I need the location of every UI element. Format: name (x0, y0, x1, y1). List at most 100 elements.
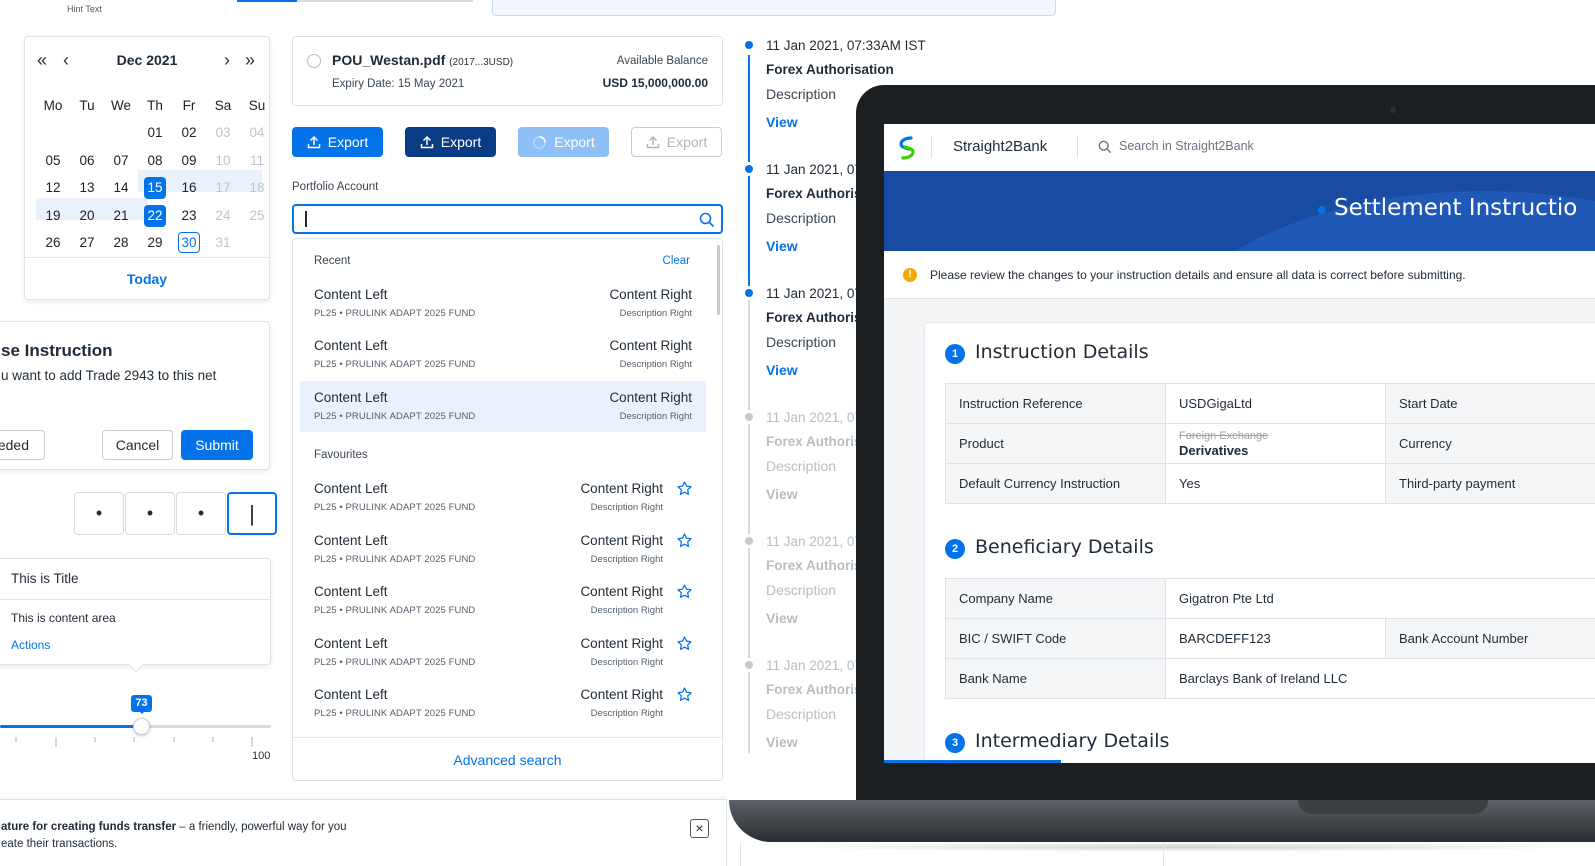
last-year-button[interactable]: » (245, 51, 255, 69)
day-cell[interactable]: 07 (104, 150, 138, 172)
favourite-item[interactable]: Content Left PL25 • PRULINK ADAPT 2025 F… (300, 524, 706, 575)
warning-icon: ! (903, 268, 917, 282)
item-right: Content Right (580, 584, 663, 599)
day-cell[interactable]: 08 (138, 150, 172, 172)
item-sub: PL25 • PRULINK ADAPT 2025 FUND (314, 657, 476, 668)
list-item[interactable]: Content Left PL25 • PRULINK ADAPT 2025 F… (300, 278, 706, 329)
field-value: Gigatron Pte Ltd (1165, 578, 1595, 619)
portfolio-search-input[interactable] (292, 204, 723, 234)
clear-link[interactable]: Clear (663, 255, 690, 267)
pin-digit-4-active[interactable]: | (227, 492, 277, 535)
timeline-date: 11 Jan 2021, 07 (766, 658, 862, 673)
banner-close-button[interactable]: × (690, 819, 709, 838)
favourite-item[interactable]: Content Left PL25 • PRULINK ADAPT 2025 F… (300, 627, 706, 678)
cancel-button[interactable]: Cancel (102, 430, 173, 460)
weekday: Mo (43, 97, 63, 113)
today-button[interactable]: Today (25, 271, 269, 287)
day-cell[interactable]: 12 (36, 177, 70, 199)
popover-actions-link[interactable]: Actions (11, 638, 50, 652)
day-cell-today[interactable]: 30 (172, 232, 206, 254)
day-cell[interactable]: 23 (172, 205, 206, 227)
favourite-item[interactable]: Content Left PL25 • PRULINK ADAPT 2025 F… (300, 575, 706, 626)
timeline-title: Forex Authoris (766, 186, 862, 201)
day-cell (70, 122, 104, 144)
file-meta: (2017...3USD) (449, 57, 514, 68)
list-item-highlighted[interactable]: Content Left PL25 • PRULINK ADAPT 2025 F… (300, 381, 706, 432)
day-cell[interactable]: 21 (104, 205, 138, 227)
day-cell[interactable]: 19 (36, 205, 70, 227)
star-icon[interactable] (676, 480, 693, 497)
weekday: Fr (182, 97, 196, 113)
brand-name: Straight2Bank (953, 138, 1048, 155)
day-cell[interactable]: 05 (36, 150, 70, 172)
month-label[interactable]: Dec 2021 (25, 52, 269, 68)
secondary-button-label: eded (0, 437, 29, 453)
day-cell[interactable]: 26 (36, 232, 70, 254)
dialog-secondary-button[interactable]: eded (0, 430, 45, 460)
field-label: Company Name (945, 578, 1166, 619)
account-card[interactable]: POU_Westan.pdf (2017...3USD) Expiry Date… (292, 36, 723, 106)
export-button-disabled[interactable]: Export (631, 127, 722, 157)
timeline-description: Description (766, 582, 837, 598)
day-cell[interactable]: 20 (70, 205, 104, 227)
export-button-loading[interactable]: Export (518, 127, 609, 157)
day-cell[interactable]: 16 (172, 177, 206, 199)
timeline-dot (745, 661, 753, 669)
notice-bar: ! Please review the changes to your inst… (884, 251, 1595, 299)
star-icon[interactable] (676, 686, 693, 703)
timeline-view-link[interactable]: View (766, 238, 798, 254)
star-icon[interactable] (676, 635, 693, 652)
favourite-item[interactable]: Content Left PL25 • PRULINK ADAPT 2025 F… (300, 678, 706, 729)
timeline-view-link[interactable]: View (766, 734, 798, 750)
section-number: 3 (945, 733, 965, 753)
item-sub: PL25 • PRULINK ADAPT 2025 FUND (314, 502, 476, 513)
pin-digit-2[interactable]: • (125, 492, 175, 535)
timeline-view-link[interactable]: View (766, 486, 798, 502)
export-button-pressed[interactable]: Export (405, 127, 496, 157)
banner-text: ature for creating funds transfer – a fr… (1, 821, 347, 833)
day-cell: 25 (249, 207, 265, 223)
timeline-line-active (748, 55, 750, 293)
field-label: Product (945, 423, 1166, 464)
beneficiary-table: Company Name Gigatron Pte Ltd BIC / SWIF… (945, 578, 1595, 699)
pin-digit-3[interactable]: • (176, 492, 226, 535)
day-cell-selected-start[interactable]: 15 (138, 177, 172, 200)
search-icon[interactable] (699, 212, 715, 228)
portfolio-dropdown: Recent Clear Content Left PL25 • PRULINK… (292, 238, 723, 781)
timeline-view-link[interactable]: View (766, 114, 798, 130)
list-item[interactable]: Content Left PL25 • PRULINK ADAPT 2025 F… (300, 329, 706, 380)
timeline-dot (745, 165, 753, 173)
day-cell: 17 (215, 180, 231, 196)
favourite-item[interactable]: Content Left PL25 • PRULINK ADAPT 2025 F… (300, 472, 706, 523)
timeline-view-link[interactable]: View (766, 610, 798, 626)
weekday: Tu (79, 97, 95, 113)
slider-thumb[interactable] (133, 718, 150, 735)
day-cell[interactable]: 13 (70, 177, 104, 199)
global-search-input[interactable]: Search in Straight2Bank (1119, 139, 1254, 153)
search-icon[interactable] (1098, 140, 1112, 154)
item-left: Content Left (314, 287, 388, 302)
submit-button[interactable]: Submit (181, 430, 253, 460)
export-button-primary[interactable]: Export (292, 127, 383, 157)
day-cell[interactable]: 28 (104, 232, 138, 254)
day-cell[interactable]: 02 (172, 122, 206, 144)
star-icon[interactable] (676, 583, 693, 600)
day-cell[interactable]: 01 (138, 122, 172, 144)
day-cell[interactable]: 27 (70, 232, 104, 254)
next-month-button[interactable]: › (224, 51, 230, 69)
day-cell[interactable]: 09 (172, 150, 206, 172)
day-cell[interactable]: 06 (70, 150, 104, 172)
timeline-date: 11 Jan 2021, 07 (766, 162, 862, 177)
day-cell[interactable]: 29 (138, 232, 172, 254)
pin-digit-1[interactable]: • (74, 492, 124, 535)
dropdown-scrollbar[interactable] (717, 245, 720, 315)
radio-button[interactable] (307, 54, 321, 68)
day-cell[interactable]: 14 (104, 177, 138, 199)
day-cell-selected-end[interactable]: 22 (138, 204, 172, 227)
star-icon[interactable] (676, 532, 693, 549)
banner-text-bold: ature for creating funds transfer (1, 821, 177, 833)
export-label: Export (440, 134, 482, 150)
timeline-view-link[interactable]: View (766, 362, 798, 378)
bank-logo-icon (899, 136, 915, 160)
advanced-search-link[interactable]: Advanced search (293, 752, 722, 768)
